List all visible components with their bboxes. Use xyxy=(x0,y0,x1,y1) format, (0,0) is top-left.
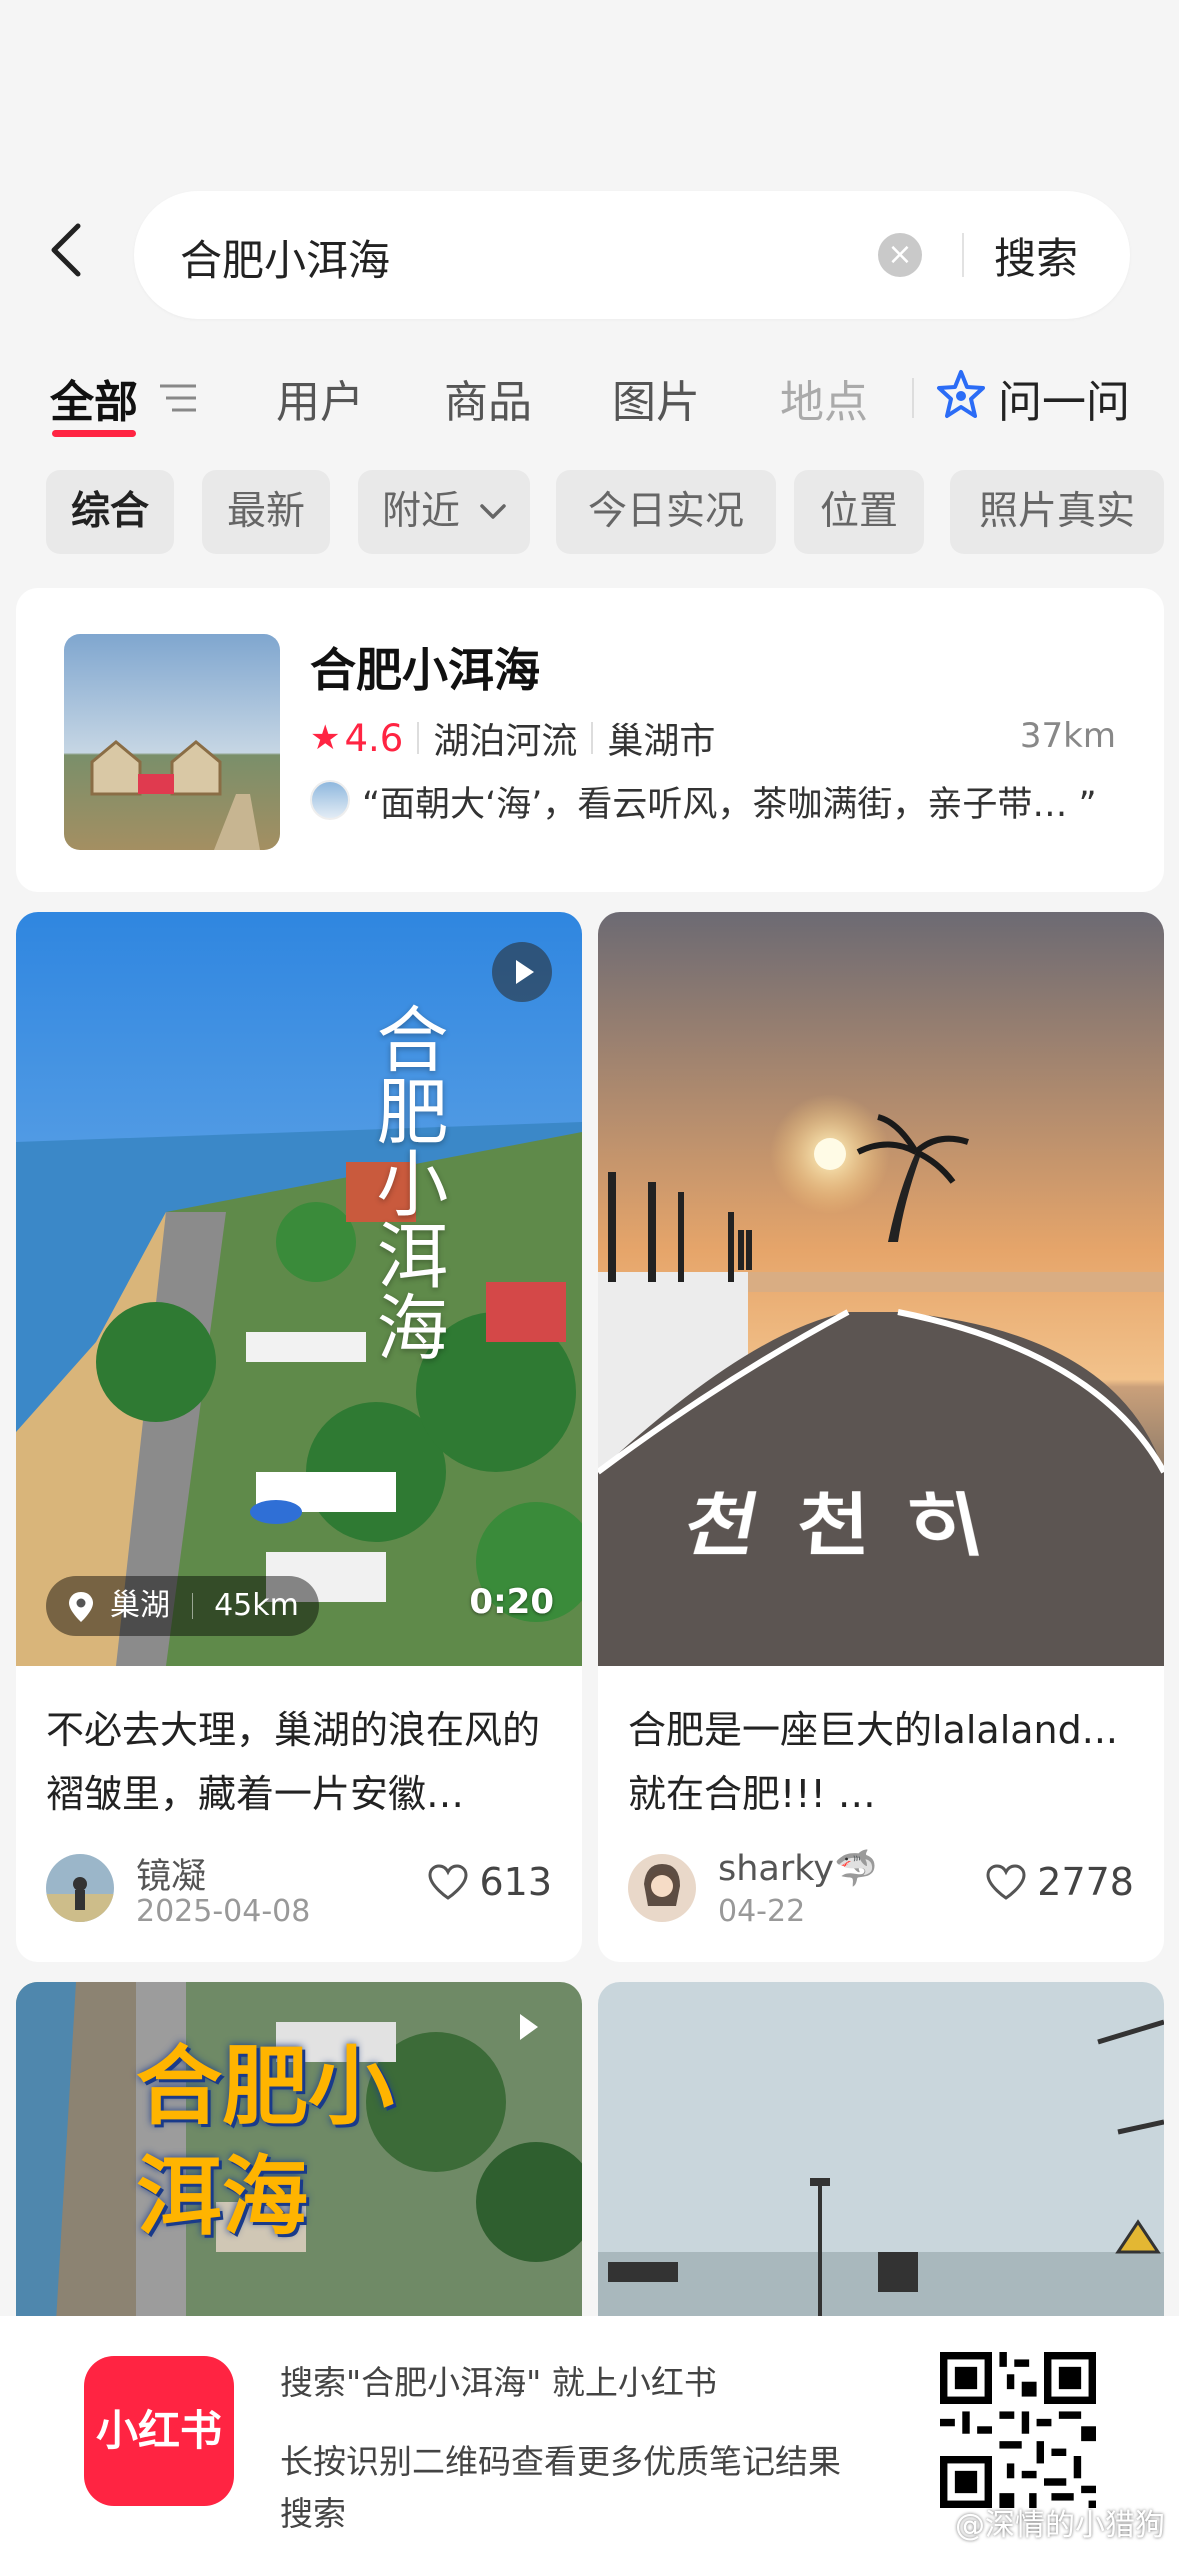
video-play-icon xyxy=(492,942,552,1002)
note-cover-image xyxy=(598,1982,1164,2322)
like-count: 2778 xyxy=(1037,1860,1134,1904)
location-badge-name: 巢湖 xyxy=(110,1588,170,1623)
ask-star-icon[interactable] xyxy=(934,368,988,422)
chevron-down-icon xyxy=(480,504,506,519)
location-badge-distance: 45km xyxy=(214,1588,299,1623)
watermark: @深情的小猎狗 xyxy=(955,2508,1165,2543)
avatar[interactable] xyxy=(628,1854,696,1922)
cover-road-text: 천천히 xyxy=(672,1487,1033,1568)
chip-nearby[interactable]: 附近 xyxy=(358,470,530,554)
chip-comprehensive[interactable]: 综合 xyxy=(46,470,174,554)
promo-line-2: 长按识别二维码查看更多优质笔记结果搜索 xyxy=(280,2442,841,2533)
note-card[interactable] xyxy=(598,1982,1164,2322)
filter-chips: 综合 最新 附近 今日实况 位置 照片真实 xyxy=(0,470,1179,556)
place-rating: 4.6 xyxy=(344,716,404,760)
video-duration: 0:20 xyxy=(469,1582,554,1622)
tab-separator xyxy=(912,378,914,418)
like-button[interactable]: 2778 xyxy=(985,1860,1134,1904)
heart-icon xyxy=(986,1864,1026,1900)
note-date: 04-22 xyxy=(718,1894,806,1929)
note-cover-image: 合肥小洱海 xyxy=(16,1982,582,2322)
back-arrow-icon[interactable] xyxy=(44,220,92,280)
search-input[interactable]: 合肥小洱海 xyxy=(180,227,390,288)
place-thumbnail xyxy=(64,634,280,850)
place-name: 合肥小洱海 xyxy=(310,643,540,697)
tab-places[interactable]: 地点 xyxy=(780,366,868,430)
note-date: 2025-04-08 xyxy=(136,1894,311,1929)
chip-today-live[interactable]: 今日实况 xyxy=(556,470,776,554)
result-tabs: 全部 用户 商品 图片 地点 问一问 xyxy=(0,360,1179,440)
note-card[interactable]: 合肥小洱海 巢湖 45km 0:20 不必去大理，巢湖的浪在风的褶皱里，藏着一片… xyxy=(16,912,582,1962)
note-cover-image: 천천히 xyxy=(598,912,1164,1666)
promo-line-1: 搜索"合肥小洱海" 就上小红书 xyxy=(280,2363,717,2402)
search-bar[interactable]: 合肥小洱海 × 搜索 xyxy=(134,191,1130,319)
tab-all[interactable]: 全部 xyxy=(50,366,138,430)
location-badge: 巢湖 45km xyxy=(46,1576,319,1636)
cover-title-text: 合肥小洱海 xyxy=(364,1002,448,1362)
place-meta: ★ 4.6 湖泊河流 巢湖市 xyxy=(310,712,715,764)
place-city: 巢湖市 xyxy=(607,721,716,762)
note-author[interactable]: sharky🦈 xyxy=(718,1848,878,1889)
place-review-quote: “面朝大‘海’，看云听风，茶咖满街，亲子带… ” xyxy=(362,785,1097,825)
note-card[interactable]: 合肥小洱海 xyxy=(16,1982,582,2322)
note-author[interactable]: 镜凝 xyxy=(136,1848,206,1899)
tab-users[interactable]: 用户 xyxy=(276,366,364,430)
clear-search-icon[interactable]: × xyxy=(878,233,922,277)
search-button[interactable]: 搜索 xyxy=(994,225,1078,286)
location-pin-icon xyxy=(69,1592,93,1622)
rating-star-icon: ★ xyxy=(310,718,341,758)
place-card[interactable]: 合肥小洱海 ★ 4.6 湖泊河流 巢湖市 37km “面朝大‘海’，看云听风，茶… xyxy=(16,588,1164,892)
tab-ask[interactable]: 问一问 xyxy=(998,366,1130,430)
video-play-icon xyxy=(502,2002,552,2052)
meta-divider xyxy=(417,722,420,754)
note-title: 合肥是一座巨大的lalaland... 就在合肥!!! … xyxy=(628,1708,1118,1816)
place-distance: 37km xyxy=(1019,716,1116,756)
avatar[interactable] xyxy=(46,1854,114,1922)
tab-products[interactable]: 商品 xyxy=(444,366,532,430)
like-button[interactable]: 613 xyxy=(427,1860,552,1904)
heart-icon xyxy=(428,1864,468,1900)
note-card[interactable]: 천천히 合肥是一座巨大的lalaland... 就在合肥!!! … sharky… xyxy=(598,912,1164,1962)
meta-divider xyxy=(591,722,594,754)
place-category: 湖泊河流 xyxy=(433,721,578,762)
tab-images[interactable]: 图片 xyxy=(612,366,700,430)
qr-code-icon xyxy=(940,2352,1096,2508)
note-title: 不必去大理，巢湖的浪在风的褶皱里，藏着一片安徽… xyxy=(46,1708,541,1816)
active-tab-indicator xyxy=(52,430,136,437)
chip-location[interactable]: 位置 xyxy=(794,470,924,554)
note-cover-image: 合肥小洱海 巢湖 45km 0:20 xyxy=(16,912,582,1666)
chip-nearby-label: 附近 xyxy=(382,489,461,534)
chip-latest[interactable]: 最新 xyxy=(202,470,330,554)
reviewer-avatar xyxy=(310,780,350,820)
filter-icon[interactable] xyxy=(156,378,200,418)
search-divider xyxy=(962,233,964,277)
like-count: 613 xyxy=(479,1860,552,1904)
app-logo: 小红书 xyxy=(84,2356,234,2506)
chip-real-photos[interactable]: 照片真实 xyxy=(950,470,1164,554)
cover-title-text: 合肥小洱海 xyxy=(136,2037,394,2247)
